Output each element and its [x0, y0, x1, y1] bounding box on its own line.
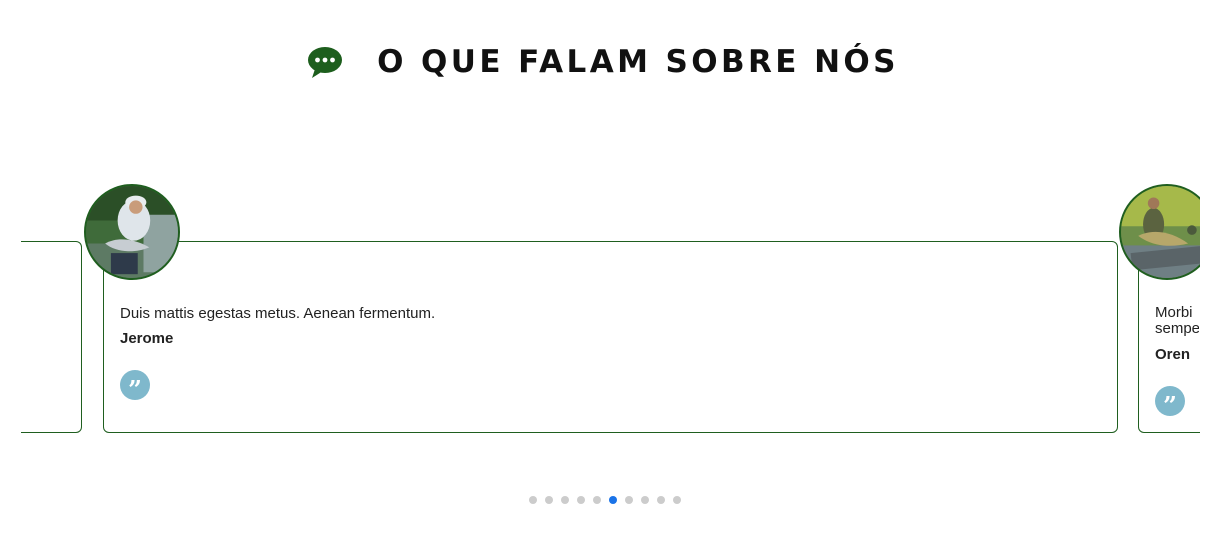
testimonial-author: Jerome [120, 330, 174, 347]
testimonial-author: Oren [1155, 346, 1191, 363]
carousel-dot[interactable] [561, 496, 569, 504]
section-heading: O QUE FALAM SOBRE NÓS [0, 40, 1210, 84]
carousel-dot[interactable] [657, 496, 665, 504]
testimonial-text: Morbi sempe [1155, 305, 1199, 337]
carousel-dot[interactable] [625, 496, 633, 504]
carousel-dot[interactable] [673, 496, 681, 504]
carousel-dot[interactable] [641, 496, 649, 504]
testimonial-card-previous [21, 241, 82, 433]
quote-icon: ” [120, 370, 150, 404]
section-title: O QUE FALAM SOBRE NÓS [377, 44, 899, 80]
carousel-dot[interactable] [577, 496, 585, 504]
testimonial-avatar [1119, 184, 1200, 280]
carousel-dot[interactable] [545, 496, 553, 504]
carousel-dot[interactable] [609, 496, 617, 504]
testimonial-text: Duis mattis egestas metus. Aenean fermen… [120, 305, 436, 322]
carousel-dot[interactable] [529, 496, 537, 504]
carousel-pagination [0, 496, 1210, 504]
quote-icon: ” [1155, 386, 1185, 420]
testimonial-card: Duis mattis egestas metus. Aenean fermen… [103, 241, 1118, 433]
carousel-dot[interactable] [593, 496, 601, 504]
testimonial-carousel[interactable]: Duis mattis egestas metus. Aenean fermen… [21, 150, 1200, 450]
chat-bubble-icon [308, 47, 343, 78]
testimonial-avatar [84, 184, 180, 280]
